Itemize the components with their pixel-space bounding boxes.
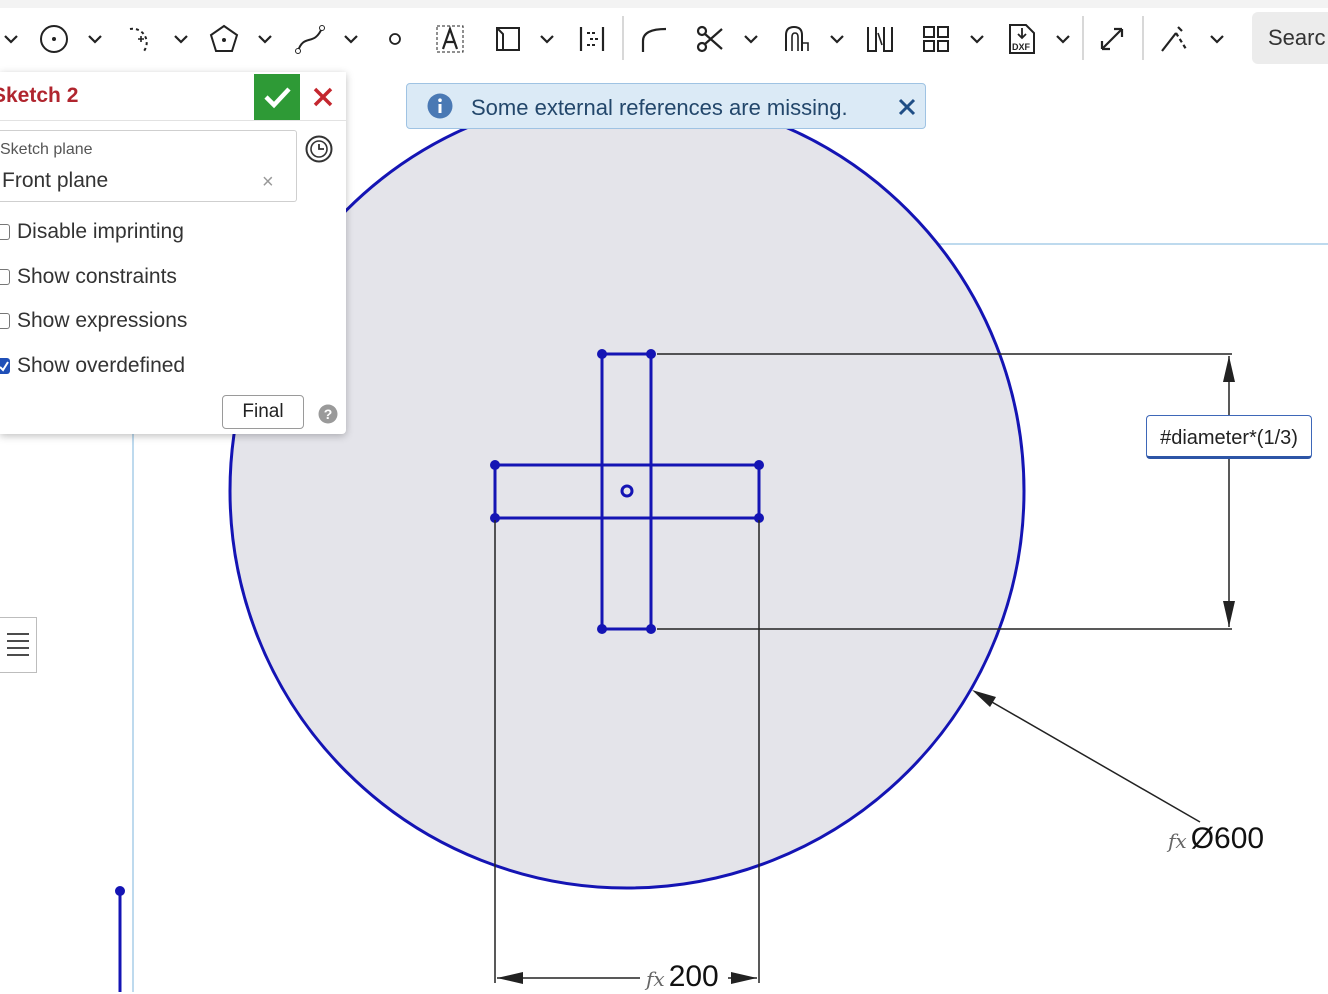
dimension-arrow <box>972 690 996 707</box>
dialog-divider <box>0 120 346 121</box>
chevron-down-icon[interactable] <box>1052 18 1074 60</box>
chevron-down-icon[interactable] <box>254 18 276 60</box>
expression-fx-icon: fx <box>646 967 665 991</box>
diameter-dimension-label[interactable]: fx Ø600 <box>1168 822 1264 856</box>
dimension-icon[interactable] <box>1094 18 1130 60</box>
pattern-icon[interactable] <box>918 18 954 60</box>
svg-text:?: ? <box>324 406 333 422</box>
chevron-down-icon[interactable] <box>340 18 362 60</box>
option-label: Show expressions <box>17 309 188 332</box>
list-icon <box>7 633 29 656</box>
use-icon[interactable] <box>490 18 526 60</box>
dxf-import-icon[interactable]: DXF <box>1004 18 1040 60</box>
chevron-down-icon[interactable] <box>740 18 762 60</box>
chevron-down-icon[interactable] <box>1206 18 1228 60</box>
close-icon[interactable] <box>897 97 917 122</box>
notice-message: Some external references are missing. <box>471 95 848 120</box>
sketch-vertex <box>115 886 125 896</box>
sketch-toolbar: DXF Searc <box>0 0 1328 78</box>
chevron-down-icon[interactable] <box>966 18 988 60</box>
disable-imprinting-option[interactable]: Disable imprinting <box>0 217 184 247</box>
spline-icon[interactable] <box>292 18 328 60</box>
sketch-plane-value: Front plane <box>2 169 109 192</box>
clear-icon[interactable]: × <box>262 171 274 194</box>
check-icon <box>264 87 291 109</box>
show-constraints-checkbox[interactable] <box>0 269 10 285</box>
diameter-value: Ø600 <box>1190 822 1265 855</box>
check-icon <box>0 361 9 372</box>
search-button[interactable]: Searc <box>1252 12 1328 64</box>
sketch-list-toggle[interactable] <box>0 617 37 673</box>
show-expressions-option[interactable]: Show expressions <box>0 306 187 336</box>
dialog-title: Sketch 2 <box>0 84 79 107</box>
cancel-button[interactable] <box>304 74 342 120</box>
point-icon[interactable] <box>382 18 408 60</box>
mirror-icon[interactable] <box>574 18 610 60</box>
option-label: Show overdefined <box>17 354 186 377</box>
show-overdefined-checkbox[interactable] <box>0 358 10 374</box>
circle-icon[interactable] <box>36 18 72 60</box>
dimension-arrow <box>731 972 757 984</box>
toolbar-divider <box>1142 16 1144 60</box>
dimension-expression-input[interactable]: #diameter*(1/3) <box>1146 415 1312 459</box>
accept-button[interactable] <box>254 74 300 120</box>
disable-imprinting-checkbox[interactable] <box>0 224 10 240</box>
option-label: Show constraints <box>17 265 177 288</box>
chevron-down-icon[interactable] <box>0 18 22 60</box>
toolbar-divider <box>1082 16 1084 60</box>
dimension-arrow <box>1223 356 1235 382</box>
info-icon <box>427 93 453 124</box>
text-icon[interactable] <box>432 18 468 60</box>
chevron-down-icon[interactable] <box>84 18 106 60</box>
offset-icon[interactable] <box>778 18 814 60</box>
show-constraints-option[interactable]: Show constraints <box>0 262 177 292</box>
dimension-arrow <box>1223 601 1235 627</box>
option-label: Disable imprinting <box>17 220 184 243</box>
chevron-down-icon[interactable] <box>536 18 558 60</box>
construction-icon[interactable] <box>1156 18 1192 60</box>
slot-icon[interactable] <box>862 18 898 60</box>
help-icon[interactable]: ? <box>318 404 338 429</box>
center-point-arc-icon[interactable] <box>122 18 158 60</box>
fillet-icon[interactable] <box>636 18 672 60</box>
toolbar-divider <box>622 16 624 60</box>
chevron-down-icon[interactable] <box>170 18 192 60</box>
toolbar-top-strip <box>0 0 1328 8</box>
sketch-dialog: Sketch 2 Sketch plane Front plane × Disa… <box>0 72 346 434</box>
sketch-circle <box>228 92 1026 890</box>
expression-fx-icon: fx <box>1168 829 1187 853</box>
diameter-leader-line <box>977 693 1201 823</box>
polygon-icon[interactable] <box>206 18 242 60</box>
missing-references-notice: Some external references are missing. <box>406 83 926 129</box>
show-expressions-checkbox[interactable] <box>0 313 10 329</box>
close-icon <box>313 87 333 107</box>
history-icon[interactable] <box>304 134 334 169</box>
sketch-plane-field[interactable]: Sketch plane Front plane × <box>0 130 297 202</box>
chevron-down-icon[interactable] <box>826 18 848 60</box>
sketch-plane-label: Sketch plane <box>0 141 93 158</box>
width-dimension-label[interactable]: fx 200 <box>644 960 721 994</box>
svg-text:DXF: DXF <box>1012 42 1031 52</box>
dimension-arrow <box>497 972 523 984</box>
final-button[interactable]: Final <box>222 395 304 429</box>
width-value: 200 <box>668 960 719 993</box>
trim-icon[interactable] <box>692 18 728 60</box>
show-overdefined-option[interactable]: Show overdefined <box>0 351 185 381</box>
